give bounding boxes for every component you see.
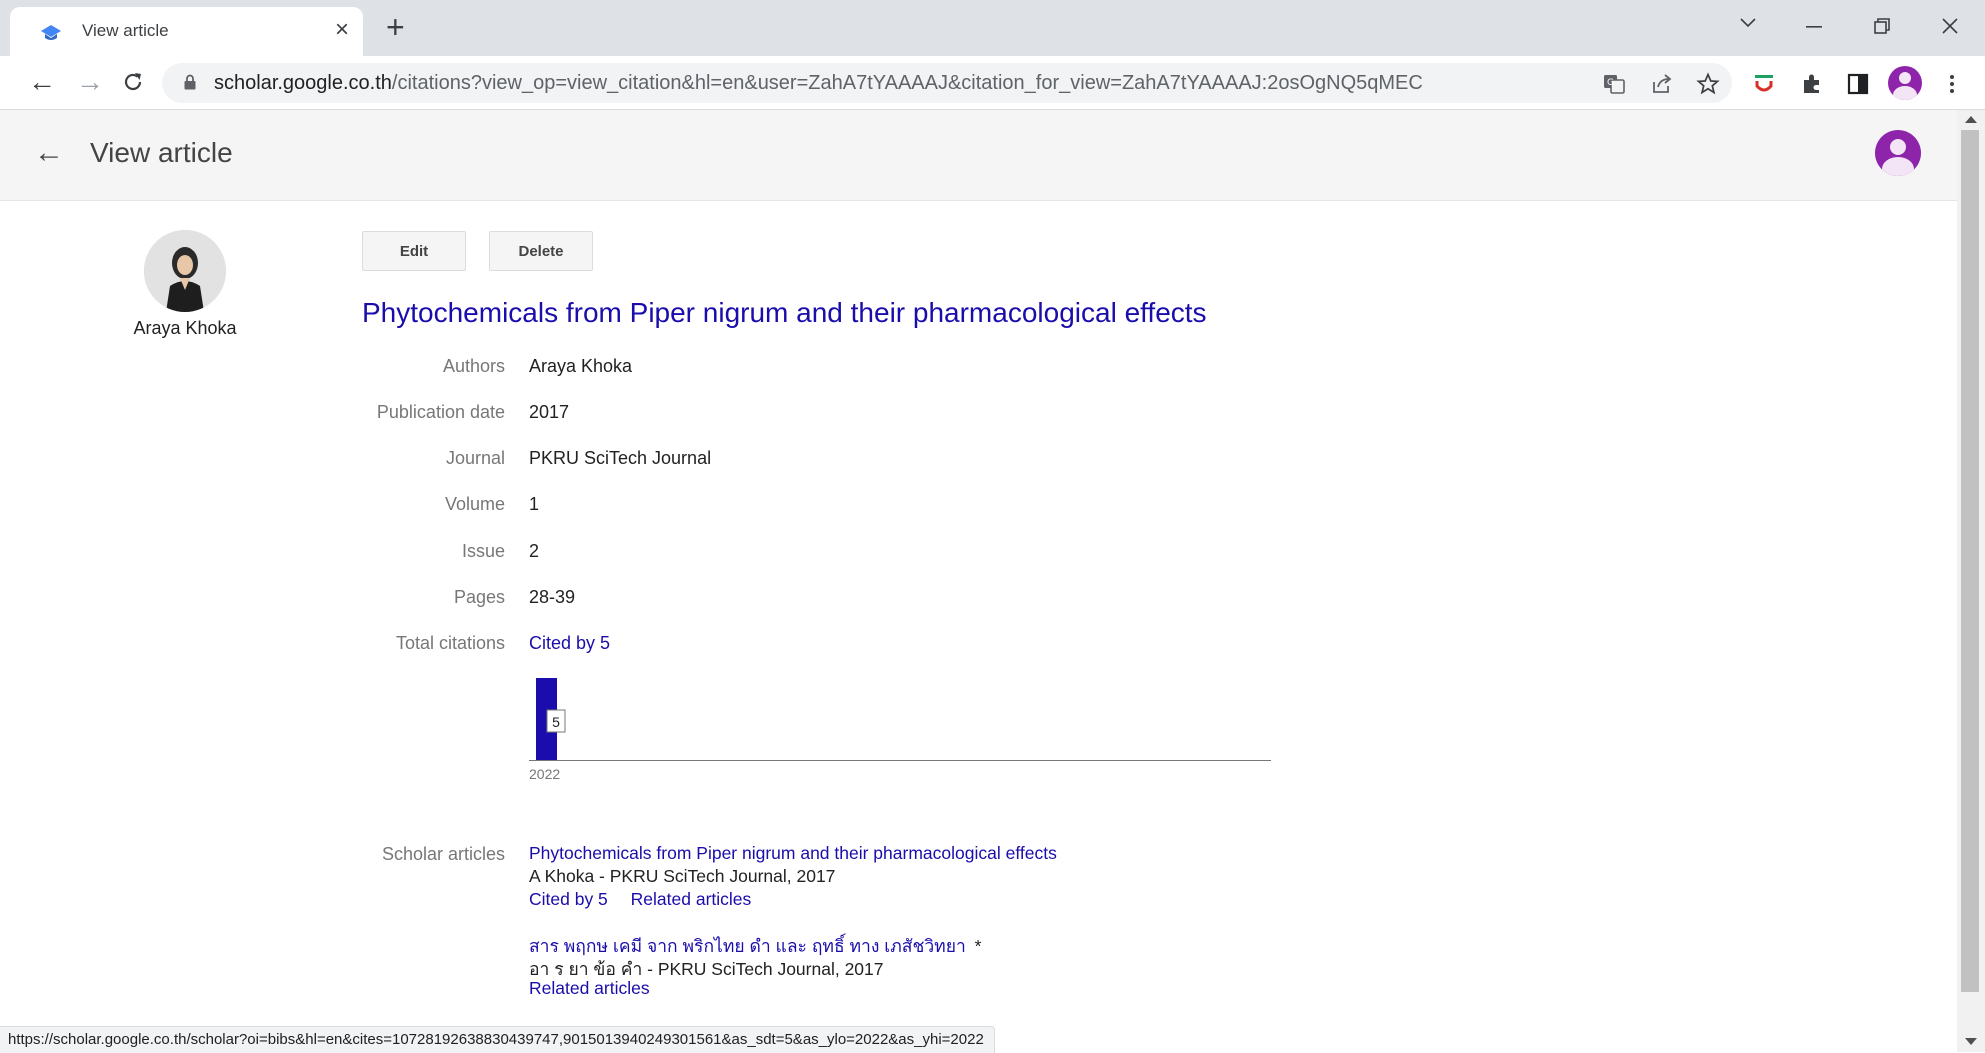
star-icon[interactable] — [1696, 72, 1720, 96]
issue-label: Issue — [461, 541, 505, 561]
journal-value: PKRU SciTech Journal — [529, 448, 712, 468]
scholar-article-1-links: Cited by 5 Related articles — [529, 889, 751, 910]
forward-button[interactable]: → — [76, 66, 104, 98]
lock-icon[interactable] — [184, 74, 196, 90]
svg-text:G: G — [1607, 78, 1614, 88]
browser-toolbar: ← → scholar.google.co.th/citations?view_… — [0, 56, 1985, 110]
scroll-thumb[interactable] — [1961, 130, 1979, 992]
cited-by-link[interactable]: Cited by 5 — [529, 633, 610, 654]
publication-date-label: Publication date — [376, 402, 505, 422]
scholar-articles-label: Scholar articles — [381, 844, 505, 864]
address-bar[interactable]: scholar.google.co.th/citations?view_op=v… — [162, 63, 1732, 103]
volume-label: Volume — [444, 494, 505, 514]
tab-close-icon[interactable]: × — [335, 17, 349, 43]
authors-label: Authors — [442, 356, 505, 376]
profile-name[interactable]: Araya Khoka — [118, 318, 252, 339]
puzzle-icon[interactable] — [1800, 72, 1824, 96]
volume-value: 1 — [529, 494, 540, 514]
authors-value: Araya Khoka — [529, 356, 633, 376]
total-citations-label: Total citations — [395, 633, 505, 653]
new-tab-button[interactable]: + — [386, 10, 405, 44]
scholar-article-1-related-link[interactable]: Related articles — [631, 889, 752, 909]
reload-icon[interactable] — [121, 70, 145, 94]
pages-label: Pages — [453, 587, 505, 607]
pages-value: 28-39 — [529, 587, 576, 607]
citations-per-year-chart: 5 2022 — [529, 678, 1271, 782]
profile-photo[interactable] — [144, 230, 226, 312]
journal-label: Journal — [445, 448, 505, 468]
extension-red-icon[interactable] — [1752, 72, 1776, 96]
back-button[interactable]: ← — [28, 66, 56, 98]
kebab-menu-icon[interactable] — [1940, 72, 1964, 96]
url-path: /citations?view_op=view_citation&hl=en&u… — [391, 72, 1423, 94]
translate-icon[interactable]: G — [1602, 72, 1626, 96]
issue-value: 2 — [529, 541, 540, 561]
tab-search-chevron-icon[interactable] — [1740, 18, 1756, 28]
side-panel-icon[interactable] — [1846, 72, 1870, 96]
page-scrollbar[interactable] — [1957, 110, 1985, 1052]
scholar-article-2-title-link[interactable]: สาร พฤกษ เคมี จาก พริกไทย ดำ และ ฤทธิ์ ท… — [529, 936, 966, 956]
share-icon[interactable] — [1650, 72, 1674, 96]
close-window-icon[interactable] — [1942, 18, 1958, 34]
delete-button[interactable]: Delete — [489, 231, 593, 271]
scroll-down-arrow-icon[interactable] — [1965, 1038, 1977, 1045]
scholar-article-1-cited-by-link[interactable]: Cited by 5 — [529, 889, 608, 909]
restore-icon[interactable] — [1874, 18, 1890, 34]
edit-button[interactable]: Edit — [362, 231, 466, 271]
chart-tick-label-2022: 2022 — [529, 766, 560, 782]
page-back-icon[interactable]: ← — [34, 137, 64, 169]
browser-tab[interactable]: View article × — [10, 7, 363, 56]
page-title: View article — [90, 137, 233, 168]
status-bar-url: https://scholar.google.co.th/scholar?oi=… — [0, 1026, 995, 1053]
scholar-article-1-title-link[interactable]: Phytochemicals from Piper nigrum and the… — [529, 843, 1057, 864]
scroll-up-arrow-icon[interactable] — [1965, 116, 1977, 123]
scholar-article-1-meta: A Khoka - PKRU SciTech Journal, 2017 — [529, 866, 836, 886]
scholar-article-2-related-link[interactable]: Related articles — [529, 978, 650, 999]
url-host: scholar.google.co.th — [214, 72, 392, 94]
article-title-link[interactable]: Phytochemicals from Piper nigrum and the… — [362, 297, 1207, 329]
scholar-article-2-star: * — [974, 936, 982, 956]
publication-date-value: 2017 — [529, 402, 570, 422]
graduation-cap-icon — [41, 25, 61, 40]
profile-photo-image — [144, 230, 226, 312]
chart-data-label-2022: 5 — [552, 714, 560, 730]
tab-title: View article — [82, 21, 169, 40]
url-text[interactable]: scholar.google.co.th/citations?view_op=v… — [214, 72, 1423, 95]
profile-icon[interactable] — [1888, 66, 1922, 100]
page-header: ← View article — [0, 110, 1957, 201]
account-avatar[interactable] — [1875, 130, 1921, 176]
minimize-icon[interactable] — [1806, 26, 1822, 28]
browser-tab-strip: View article × + — [0, 0, 1985, 56]
